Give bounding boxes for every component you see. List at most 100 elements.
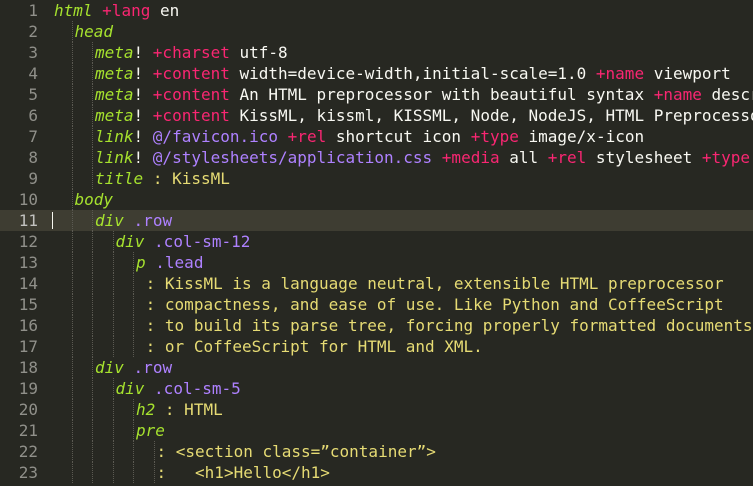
code-text: : or CoffeeScript for HTML and XML. <box>136 336 483 357</box>
line-number: 2 <box>28 22 38 41</box>
indent-guide <box>112 441 114 462</box>
code-line[interactable]: 18 div .row <box>0 357 753 378</box>
code-text: meta! +content An HTML preprocessor with… <box>95 84 753 105</box>
token-kw: +content <box>152 106 230 125</box>
indent-guide <box>92 105 93 126</box>
code-line[interactable]: 1 html +lang en <box>0 0 753 21</box>
code-line[interactable]: 14 : KissML is a language neutral, exten… <box>0 273 753 294</box>
indent-guide <box>133 420 134 441</box>
token-kw: +content <box>152 85 230 104</box>
indent-guide <box>71 273 73 294</box>
line-number: 14 <box>18 274 38 293</box>
token-kw: +type <box>701 148 751 167</box>
token-tag: p <box>136 253 146 272</box>
code-text: h2 : HTML <box>136 399 223 420</box>
code-line[interactable]: 17 : or CoffeeScript for HTML and XML. <box>0 336 753 357</box>
code-line[interactable]: 3 meta! +charset utf-8 <box>0 42 753 63</box>
indent-guide <box>92 420 93 441</box>
indent-guide <box>92 462 93 483</box>
indent-guide <box>133 273 134 294</box>
token-tag: h2 <box>136 400 156 419</box>
token-plain: image/x-icon <box>518 127 645 146</box>
code-line[interactable]: 4 meta! +content width=device-width,initi… <box>0 63 753 84</box>
token-tag: body <box>74 190 114 209</box>
line-number: 12 <box>18 232 38 251</box>
indent-guide <box>92 441 93 462</box>
code-line[interactable]: 6 meta! +content KissML, kissml, KISSML, … <box>0 105 753 126</box>
code-text: body <box>75 189 114 210</box>
token-tag: link <box>95 127 134 146</box>
code-line[interactable]: 23: <h1>Hello</h1> <box>0 462 753 483</box>
token-tag: link <box>95 148 134 167</box>
indent-guide <box>112 252 114 273</box>
indent-guide <box>71 42 73 63</box>
token-tag: meta <box>95 64 134 83</box>
code-line[interactable]: 5 meta! +content An HTML preprocessor wit… <box>0 84 753 105</box>
code-line[interactable]: 2 head <box>0 21 753 42</box>
token-text: to build its parse tree, forcing properl… <box>155 316 753 335</box>
indent-guide <box>71 168 73 189</box>
indent-guide <box>71 441 73 462</box>
token-plain: utf-8 <box>229 43 288 62</box>
token-tag: div <box>95 211 124 230</box>
indent-guide <box>71 378 73 399</box>
indent-guide <box>112 294 114 315</box>
line-number: 19 <box>18 379 38 398</box>
code-line[interactable]: 22: <section class=”container”> <box>0 441 753 462</box>
indent-guide <box>112 420 114 441</box>
code-line[interactable]: 7 link! @/favicon.ico +rel shortcut icon … <box>0 126 753 147</box>
code-line[interactable]: 15 : compactness, and ease of use. Like … <box>0 294 753 315</box>
token-plain: width=device-width,initial-scale=1.0 <box>229 64 596 83</box>
line-number: 20 <box>18 400 38 419</box>
code-line[interactable]: 11 div .row <box>0 210 753 231</box>
token-plain: shortcut icon <box>326 127 471 146</box>
code-line[interactable]: 8 link! @/stylesheets/application.css +me… <box>0 147 753 168</box>
indent-guide <box>92 63 93 84</box>
token-plain: stylesheet <box>586 148 702 167</box>
token-pipe: : <box>145 337 156 356</box>
indent-guide <box>92 42 93 63</box>
indent-guide <box>71 105 73 126</box>
code-line[interactable]: 12 div .col-sm-12 <box>0 231 753 252</box>
token-pipe: : <box>145 274 156 293</box>
indent-guide <box>133 441 134 462</box>
token-plain: An HTML preprocessor with beautiful synt… <box>229 85 654 104</box>
indent-guide <box>112 336 114 357</box>
token-tag: head <box>74 22 114 41</box>
code-line[interactable]: 10 body <box>0 189 753 210</box>
indent-guide <box>133 315 134 336</box>
code-line[interactable]: 9 title : KissML <box>0 168 753 189</box>
code-editor[interactable]: 1 html +lang en 2 head 3 meta! +charset utf-8… <box>0 0 753 486</box>
code-text: : to build its parse tree, forcing prope… <box>136 315 753 336</box>
indent-guide <box>112 231 114 252</box>
indent-guide <box>71 84 73 105</box>
line-number: 15 <box>18 295 38 314</box>
indent-guide <box>112 378 114 399</box>
indent-guide <box>153 462 155 483</box>
code-text: html +lang en <box>54 0 179 21</box>
code-text: p .lead <box>136 252 203 273</box>
indent-guide <box>92 126 93 147</box>
code-line[interactable]: 19 div .col-sm-5 <box>0 378 753 399</box>
token-pipe: : <box>164 400 175 419</box>
indent-guide <box>133 336 134 357</box>
code-line[interactable]: 20 h2 : HTML <box>0 399 753 420</box>
indent-guide <box>133 462 134 483</box>
token-pipe: : <box>145 295 156 314</box>
code-line[interactable]: 13 p .lead <box>0 252 753 273</box>
indent-guide <box>92 294 93 315</box>
token-plain: ! <box>133 64 153 83</box>
indent-guide <box>92 252 93 273</box>
line-number: 21 <box>18 421 38 440</box>
code-line[interactable]: 16 : to build its parse tree, forcing pr… <box>0 315 753 336</box>
line-number: 23 <box>18 463 38 482</box>
token-plain: all <box>499 148 548 167</box>
token-text: or CoffeeScript for HTML and XML. <box>155 337 483 356</box>
token-tag: html <box>54 1 93 20</box>
code-line[interactable]: 21 pre <box>0 420 753 441</box>
token-pipe: : <box>156 442 167 461</box>
